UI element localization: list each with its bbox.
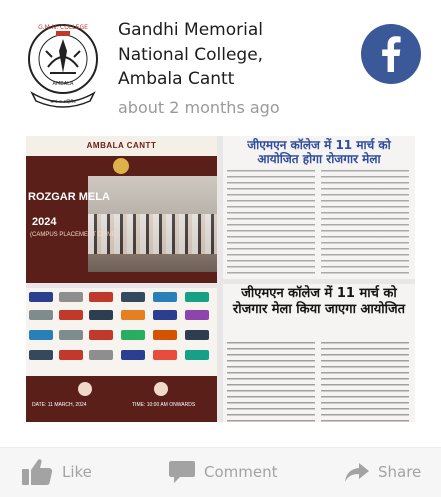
poster-footer: DATE: 11 MARCH, 2024 TIME: 10:00 AM ONWA… bbox=[26, 376, 217, 422]
newspaper-column bbox=[321, 170, 409, 274]
sponsor-logo-row bbox=[29, 330, 214, 342]
newspaper-headline-1: जीएमएन कॉलेज में 11 मार्च को आयोजित होगा… bbox=[247, 138, 391, 166]
speech-bubble-icon bbox=[169, 461, 195, 483]
share-button[interactable]: Share bbox=[344, 448, 421, 496]
share-arrow-icon bbox=[345, 463, 369, 482]
photo-gallery[interactable]: AMBALA CANTT ROZGAR MELA 2024 (CAMPUS PL… bbox=[26, 136, 415, 422]
college-logo[interactable]: G.M.N. COLLEGE AMBALA सत्यं च अहिंसैव bbox=[26, 21, 100, 111]
sponsor-logo-row bbox=[29, 310, 214, 322]
logo-text-bottom: सत्यं च अहिंसैव bbox=[50, 98, 76, 105]
author-name[interactable]: Gandhi Memorial National College, Ambala… bbox=[118, 18, 318, 92]
event-date: DATE: 11 MARCH, 2024 bbox=[32, 402, 87, 408]
post-action-bar: Like Comment Share bbox=[0, 447, 441, 497]
sponsor-logo-row bbox=[29, 292, 214, 304]
like-label: Like bbox=[62, 463, 92, 481]
poster-header-text: AMBALA CANTT bbox=[86, 141, 157, 150]
logo-text-top: G.M.N. COLLEGE bbox=[38, 24, 88, 31]
rozgar-mela-poster-photo[interactable]: AMBALA CANTT ROZGAR MELA 2024 (CAMPUS PL… bbox=[26, 136, 217, 283]
newspaper-column bbox=[227, 342, 315, 422]
post-header: G.M.N. COLLEGE AMBALA सत्यं च अहिंसैव Ga… bbox=[0, 0, 441, 128]
newspaper-headline-2: जीएमएन कॉलेज में 11 मार्च को रोजगार मेला… bbox=[232, 286, 406, 317]
poster-title-line3: (CAMPUS PLACEMENT DRIVE) bbox=[30, 232, 118, 238]
poster-emblem-icon bbox=[113, 158, 129, 174]
like-button[interactable]: Like bbox=[20, 448, 92, 496]
thumbs-up-icon bbox=[22, 459, 53, 485]
facebook-post-card: G.M.N. COLLEGE AMBALA सत्यं च अहिंसैव Ga… bbox=[0, 0, 441, 497]
comment-label: Comment bbox=[204, 463, 278, 481]
newspaper-clipping-photo-1[interactable]: जीएमएन कॉलेज में 11 मार्च को आयोजित होगा… bbox=[223, 136, 415, 279]
comment-button[interactable]: Comment bbox=[168, 448, 278, 496]
event-time: TIME: 10:00 AM ONWARDS bbox=[132, 402, 196, 408]
calendar-icon bbox=[78, 382, 92, 396]
poster-title-line2: 2024 bbox=[32, 216, 57, 228]
clock-icon bbox=[154, 382, 168, 396]
newspaper-column bbox=[321, 342, 409, 422]
facebook-icon[interactable] bbox=[361, 24, 421, 84]
logo-text-sub: AMBALA bbox=[53, 81, 74, 87]
newspaper-clipping-photo-2[interactable]: जीएमएन कॉलेज में 11 मार्च को रोजगार मेला… bbox=[223, 284, 415, 422]
post-timestamp[interactable]: about 2 months ago bbox=[118, 98, 280, 117]
sponsor-logo-row bbox=[29, 350, 214, 362]
poster-title-line1: ROZGAR MELA bbox=[28, 191, 110, 203]
sponsors-poster-photo[interactable]: DATE: 11 MARCH, 2024 TIME: 10:00 AM ONWA… bbox=[26, 288, 217, 422]
newspaper-column bbox=[227, 170, 315, 274]
share-label: Share bbox=[378, 463, 422, 481]
